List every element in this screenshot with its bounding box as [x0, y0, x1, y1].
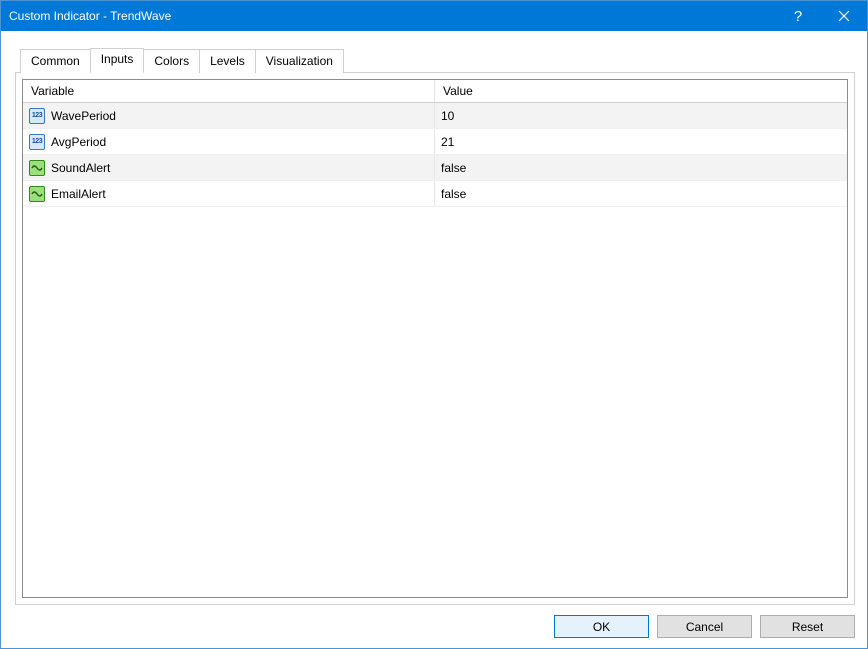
dialog-body: Common Inputs Colors Levels Visualizatio… [1, 31, 867, 648]
value-cell[interactable]: false [435, 155, 847, 180]
tab-colors[interactable]: Colors [143, 49, 200, 73]
tab-visualization[interactable]: Visualization [255, 49, 344, 73]
window-title: Custom Indicator - TrendWave [1, 9, 775, 23]
variable-cell: EmailAlert [23, 181, 435, 206]
ok-button[interactable]: OK [554, 615, 649, 638]
tab-content-inputs: Variable Value 123 WavePeriod 10 123 Avg… [15, 73, 855, 605]
variable-name: EmailAlert [51, 187, 106, 201]
inputs-grid: Variable Value 123 WavePeriod 10 123 Avg… [22, 79, 848, 598]
dialog-buttons: OK Cancel Reset [15, 605, 855, 638]
variable-cell: 123 WavePeriod [23, 103, 435, 128]
input-row[interactable]: EmailAlert false [23, 181, 847, 207]
grid-header: Variable Value [23, 80, 847, 103]
variable-cell: 123 AvgPeriod [23, 129, 435, 154]
column-header-variable[interactable]: Variable [23, 80, 435, 102]
column-header-value[interactable]: Value [435, 80, 847, 102]
value-cell[interactable]: 10 [435, 103, 847, 128]
tab-bar: Common Inputs Colors Levels Visualizatio… [15, 47, 855, 73]
value-cell[interactable]: false [435, 181, 847, 206]
close-button[interactable] [821, 1, 867, 31]
variable-name: WavePeriod [51, 109, 116, 123]
reset-button[interactable]: Reset [760, 615, 855, 638]
grid-rows: 123 WavePeriod 10 123 AvgPeriod 21 [23, 103, 847, 597]
value-cell[interactable]: 21 [435, 129, 847, 154]
integer-icon: 123 [29, 108, 45, 124]
close-icon [838, 10, 850, 22]
integer-icon: 123 [29, 134, 45, 150]
boolean-icon [29, 186, 45, 202]
tab-inputs[interactable]: Inputs [90, 48, 145, 73]
titlebar: Custom Indicator - TrendWave ? [1, 1, 867, 31]
variable-name: AvgPeriod [51, 135, 106, 149]
help-button[interactable]: ? [775, 1, 821, 31]
variable-name: SoundAlert [51, 161, 110, 175]
input-row[interactable]: 123 AvgPeriod 21 [23, 129, 847, 155]
input-row[interactable]: 123 WavePeriod 10 [23, 103, 847, 129]
boolean-icon [29, 160, 45, 176]
variable-cell: SoundAlert [23, 155, 435, 180]
cancel-button[interactable]: Cancel [657, 615, 752, 638]
tab-levels[interactable]: Levels [199, 49, 256, 73]
input-row[interactable]: SoundAlert false [23, 155, 847, 181]
tab-common[interactable]: Common [20, 49, 91, 73]
